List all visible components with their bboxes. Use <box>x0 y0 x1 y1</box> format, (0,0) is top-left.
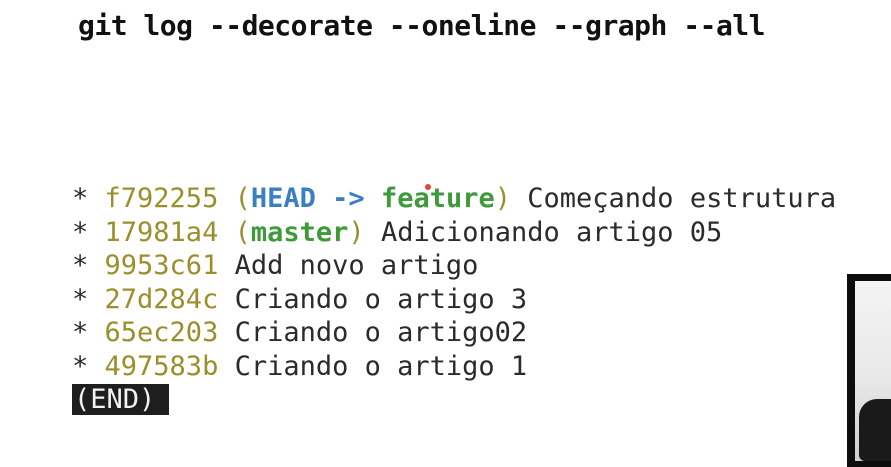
commit-line: * 27d284c Criando o artigo 3 <box>72 283 836 317</box>
pager-end-line: (END) <box>72 383 836 417</box>
commit-hash: f792255 <box>104 183 219 214</box>
head-ref: HEAD <box>250 183 316 214</box>
pointer-cursor-icon <box>425 184 431 190</box>
branch-ref-feature: feature <box>380 183 495 214</box>
graph-star: * <box>72 250 89 281</box>
commit-line: * 65ec203 Criando o artigo02 <box>72 316 836 350</box>
git-log-output: * f792255 (HEAD -> feature) Começando es… <box>72 182 836 417</box>
commit-message: Criando o artigo 3 <box>234 283 528 315</box>
graph-star: * <box>72 350 89 382</box>
webcam-overlay <box>847 274 891 467</box>
pager-end-marker: (END) <box>72 384 170 415</box>
commit-line: * 497583b Criando o artigo 1 <box>72 350 836 384</box>
webcam-video <box>855 281 891 461</box>
refs-close: ) <box>494 183 511 214</box>
commit-line: * f792255 (HEAD -> feature) Começando es… <box>72 182 836 216</box>
git-command: git log --decorate --oneline --graph --a… <box>78 9 766 42</box>
branch-ref-master: master <box>250 216 349 248</box>
refs-close: ) <box>348 216 365 248</box>
refs-open: ( <box>234 183 251 214</box>
commit-hash: 497583b <box>104 350 219 382</box>
presenter-silhouette <box>859 399 891 461</box>
graph-star: * <box>72 283 89 315</box>
commit-hash: 27d284c <box>104 283 219 315</box>
ref-arrow: -> <box>332 183 365 214</box>
refs-open: ( <box>234 216 251 248</box>
commit-hash: 65ec203 <box>104 317 219 348</box>
graph-star: * <box>72 317 89 348</box>
commit-line: * 9953c61 Add novo artigo <box>72 249 836 283</box>
commit-hash: 9953c61 <box>104 250 219 281</box>
commit-message: Add novo artigo <box>234 250 479 281</box>
commit-hash: 17981a4 <box>104 216 219 248</box>
commit-message: Criando o artigo02 <box>234 317 528 348</box>
commit-message: Adicionando artigo 05 <box>380 216 723 248</box>
commit-message: Começando estrutura <box>527 183 837 214</box>
graph-star: * <box>72 183 89 214</box>
commit-line: * 17981a4 (master) Adicionando artigo 05 <box>72 216 836 250</box>
graph-star: * <box>72 216 89 248</box>
commit-message: Criando o artigo 1 <box>234 350 528 382</box>
